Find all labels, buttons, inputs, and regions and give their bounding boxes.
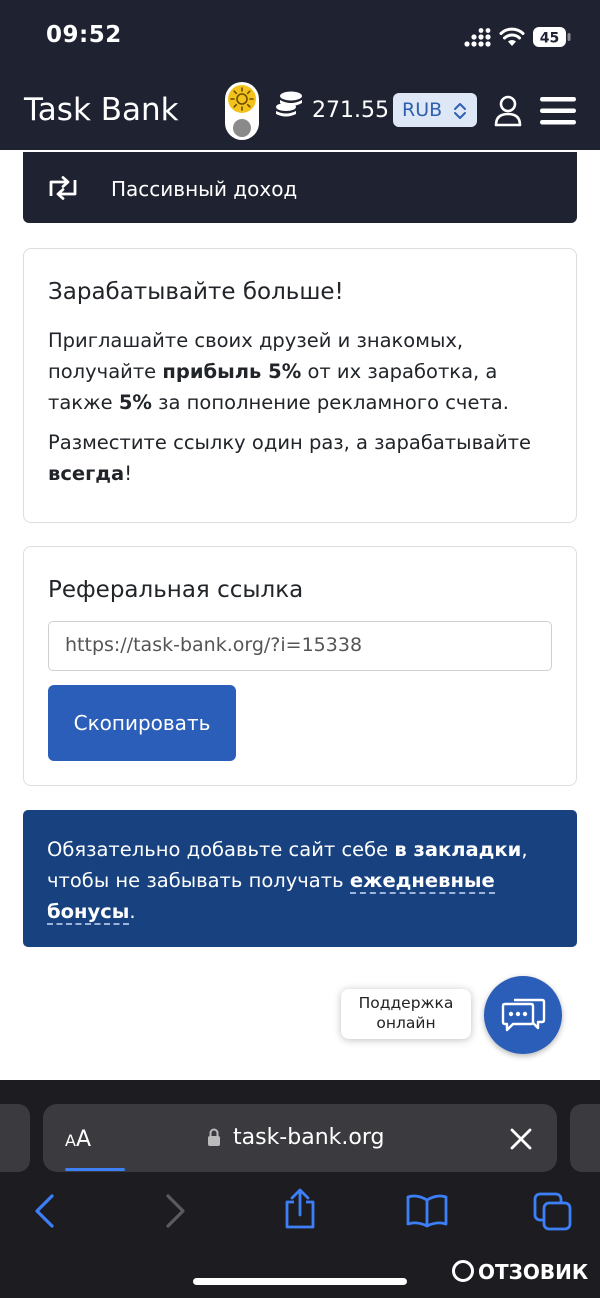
address-bar[interactable]: AA task-bank.org: [43, 1104, 557, 1172]
close-icon[interactable]: [509, 1127, 533, 1151]
earn-more-card: Зарабатывайте больше! Приглашайте своих …: [23, 248, 577, 523]
back-icon[interactable]: [32, 1193, 58, 1229]
app-header: Task Bank 271.55 RUB: [0, 70, 600, 150]
user-icon[interactable]: [494, 95, 522, 127]
wifi-icon: [499, 27, 525, 46]
repeat-icon: [49, 176, 77, 200]
bookmark-alert-text: Обязательно добавьте сайт себе в закладк…: [47, 838, 528, 925]
brand-logo[interactable]: Task Bank: [24, 92, 179, 128]
referral-link-title: Реферальная ссылка: [48, 577, 304, 603]
page-settings-button[interactable]: AA: [65, 1127, 91, 1152]
support-tooltip: Поддержка онлайн: [341, 989, 471, 1039]
bookmarks-icon[interactable]: [405, 1194, 449, 1228]
browser-toolbar: AA task-bank.org ОТЗОВИК: [0, 1080, 600, 1298]
referral-link-card: Реферальная ссылка https://task-bank.org…: [23, 546, 577, 786]
share-icon[interactable]: [282, 1188, 318, 1230]
battery-icon: 45: [533, 27, 571, 47]
previous-tab-preview[interactable]: [0, 1104, 30, 1172]
earn-more-text-2: Разместите ссылку один раз, а зарабатыва…: [48, 431, 532, 485]
currency-value: RUB: [402, 99, 443, 121]
home-indicator: [193, 1278, 407, 1285]
cellular-signal-icon: [464, 28, 491, 47]
battery-level: 45: [540, 31, 559, 47]
balance-amount: 271.55: [312, 98, 389, 123]
sun-icon: [228, 85, 256, 113]
coins-icon: [276, 91, 302, 117]
hamburger-menu-icon[interactable]: [540, 96, 576, 126]
copy-button[interactable]: Скопировать: [48, 685, 236, 761]
watermark-logo: ОТЗОВИК: [452, 1260, 588, 1284]
earn-more-title: Зарабатывайте больше!: [48, 279, 344, 305]
currency-select[interactable]: RUB: [393, 93, 477, 127]
chat-bubbles-icon: [501, 998, 546, 1032]
tabs-icon[interactable]: [533, 1192, 573, 1232]
toggle-knob: [233, 119, 251, 137]
next-tab-preview[interactable]: [570, 1104, 600, 1172]
passive-income-label: Пассивный доход: [111, 177, 298, 201]
theme-toggle[interactable]: [225, 82, 259, 140]
page-load-progress: [65, 1168, 125, 1171]
status-bar: 09:52 45: [0, 0, 600, 70]
support-chat-button[interactable]: [484, 976, 562, 1054]
forward-icon[interactable]: [162, 1193, 188, 1229]
url-text: task-bank.org: [233, 1125, 385, 1150]
referral-link-value: https://task-bank.org/?i=15338: [65, 634, 363, 656]
passive-income-bar[interactable]: Пассивный доход: [23, 152, 577, 223]
referral-link-input[interactable]: https://task-bank.org/?i=15338: [48, 621, 552, 671]
earn-more-text-1: Приглашайте своих друзей и знакомых, пол…: [48, 329, 509, 414]
lock-icon: [208, 1128, 220, 1146]
page-content: Пассивный доход Зарабатывайте больше! Пр…: [0, 150, 600, 1080]
bookmark-alert: Обязательно добавьте сайт себе в закладк…: [23, 810, 577, 947]
status-time: 09:52: [46, 22, 122, 48]
chevron-updown-icon: [454, 103, 466, 119]
